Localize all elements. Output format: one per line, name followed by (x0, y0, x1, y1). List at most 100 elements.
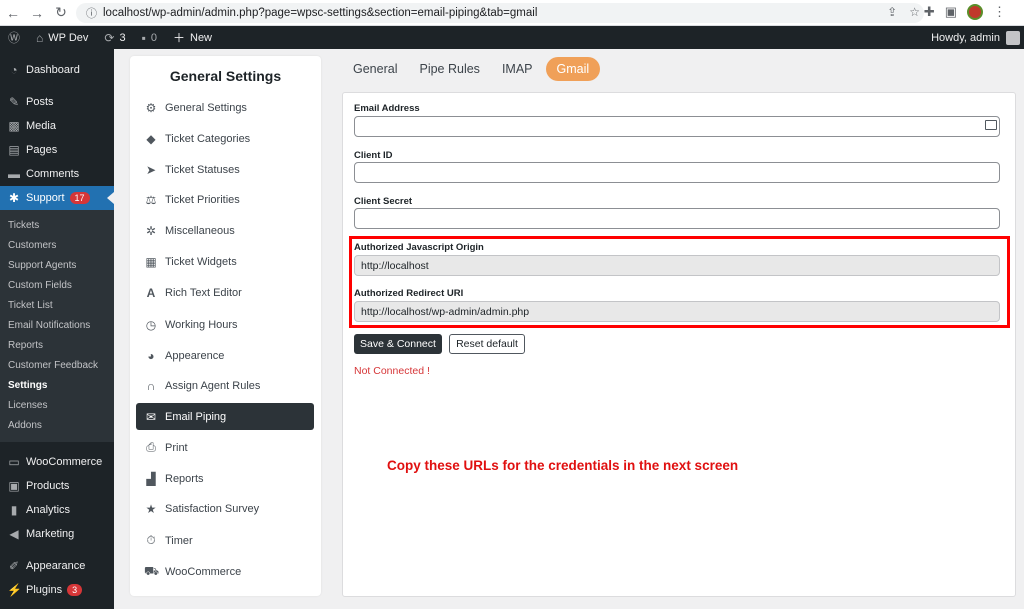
nav-print[interactable]: ⎙ Print (136, 434, 314, 461)
nav-label: Email Piping (165, 410, 227, 423)
gears-icon: ✲ (145, 223, 157, 238)
contact-card-icon[interactable] (985, 120, 997, 130)
new-content-link[interactable]: ＋ New (165, 26, 220, 49)
tab-imap[interactable]: IMAP (491, 57, 544, 81)
menu-label: Posts (26, 96, 54, 108)
megaphone-icon: ◀ (9, 527, 19, 541)
tag-icon: ◆ (146, 131, 156, 146)
nav-rich-text-editor[interactable]: A Rich Text Editor (136, 279, 314, 306)
browser-toolbar: ← → ↻ ⓘ localhost/wp-admin/admin.php?pag… (0, 0, 1024, 26)
nav-ticket-statuses[interactable]: ➤ Ticket Statuses (136, 156, 314, 183)
pin-icon: ✎ (8, 95, 20, 109)
nav-satisfaction-survey[interactable]: ★ Satisfaction Survey (136, 495, 314, 522)
pages-icon: ▤ (8, 143, 20, 157)
menu-label: Products (26, 480, 70, 492)
gear-icon: ⚙ (145, 100, 157, 115)
comments-link[interactable]: ▪ 0 (134, 26, 165, 49)
email-field[interactable] (354, 116, 1000, 137)
nav-miscellaneous[interactable]: ✲ Miscellaneous (136, 217, 314, 244)
info-icon[interactable]: ⓘ (86, 5, 97, 21)
comment-icon: ▬ (8, 167, 20, 181)
menu-media[interactable]: ▩ Media (0, 114, 114, 138)
menu-label: Dashboard (26, 64, 80, 76)
nav-ticket-categories[interactable]: ◆ Ticket Categories (136, 125, 314, 152)
printer-icon: ⎙ (146, 440, 156, 454)
greeting: Howdy, admin (931, 31, 1000, 44)
menu-appearance[interactable]: ✐ Appearance (0, 554, 114, 578)
client-secret-field[interactable] (354, 208, 1000, 229)
tab-pipe-rules[interactable]: Pipe Rules (408, 57, 490, 81)
settings-title: General Settings (169, 68, 282, 84)
nav-ticket-priorities[interactable]: ⚖ Ticket Priorities (136, 186, 314, 213)
redirect-uri-field[interactable] (354, 301, 1000, 322)
settings-tabs: General Pipe Rules IMAP Gmail (342, 56, 601, 82)
nav-label: Satisfaction Survey (165, 502, 260, 515)
url-text: localhost/wp-admin/admin.php?page=wpsc-s… (103, 7, 538, 19)
nav-ticket-widgets[interactable]: ▦ Ticket Widgets (136, 248, 314, 275)
submenu-licenses[interactable]: Licenses (0, 396, 114, 416)
menu-analytics[interactable]: ▮ Analytics (0, 498, 114, 522)
submenu-tickets[interactable]: Tickets (0, 216, 114, 236)
nav-general-settings[interactable]: ⚙ General Settings (136, 94, 314, 121)
submenu-reports[interactable]: Reports (0, 336, 114, 356)
submenu-ticket-list[interactable]: Ticket List (0, 296, 114, 316)
back-icon[interactable]: ← (2, 2, 24, 24)
my-account[interactable]: Howdy, admin (931, 26, 1020, 49)
forward-icon[interactable]: → (26, 2, 48, 24)
submenu-settings[interactable]: Settings (0, 376, 114, 396)
nav-working-hours[interactable]: ◷ Working Hours (136, 311, 314, 338)
menu-label: Comments (26, 168, 80, 180)
dashboard-icon: ◔ (10, 63, 18, 77)
submenu-email-notifications[interactable]: Email Notifications (0, 316, 114, 336)
annotation-text: Copy these URLs for the credentials in t… (387, 458, 739, 473)
menu-pages[interactable]: ▤ Pages (0, 138, 114, 162)
submenu-custom-fields[interactable]: Custom Fields (0, 276, 114, 296)
bookmark-star-icon[interactable]: ☆ (909, 5, 920, 19)
plugin-icon: ⚡ (7, 583, 22, 597)
menu-marketing[interactable]: ◀ Marketing (0, 522, 114, 546)
submenu-addons[interactable]: Addons (0, 416, 114, 436)
menu-label: Appearance (26, 560, 86, 572)
menu-plugins[interactable]: ⚡ Plugins 3 (0, 578, 114, 602)
client-id-field[interactable] (354, 162, 1000, 183)
sidepanel-icon[interactable]: ▣ (945, 4, 957, 20)
menu-posts[interactable]: ✎ Posts (0, 90, 114, 114)
share-icon[interactable]: ⇪ (887, 5, 897, 19)
save-connect-button[interactable]: Save & Connect (354, 334, 442, 354)
updates-count: 3 (119, 31, 126, 44)
admin-sidebar: ◔ Dashboard ✎ Posts ▩ Media ▤ Pages ▬ Comment… (0, 49, 114, 609)
extensions-icon[interactable]: ✚ (924, 4, 935, 20)
media-icon: ▩ (8, 119, 20, 133)
profile-avatar[interactable] (967, 4, 983, 20)
nav-label: Print (165, 441, 188, 454)
menu-dashboard[interactable]: ◔ Dashboard (0, 58, 114, 82)
menu-comments[interactable]: ▬ Comments (0, 162, 114, 186)
envelope-icon: ✉ (145, 409, 157, 424)
menu-label: Plugins (26, 584, 63, 596)
js-origin-field[interactable] (354, 255, 1000, 276)
nav-woocommerce[interactable]: ⛟ WooCommerce (136, 558, 314, 585)
kebab-menu-icon[interactable]: ⋮ (993, 4, 1006, 20)
menu-woocommerce[interactable]: ▭ WooCommerce (0, 450, 114, 474)
reload-icon[interactable]: ↻ (50, 2, 72, 24)
menu-label: Support (26, 192, 65, 204)
clock-icon: ◷ (145, 317, 157, 332)
submenu-support-agents[interactable]: Support Agents (0, 256, 114, 276)
tab-general[interactable]: General (342, 57, 408, 81)
menu-products[interactable]: ▣ Products (0, 474, 114, 498)
submenu-customer-feedback[interactable]: Customer Feedback (0, 356, 114, 376)
tab-gmail[interactable]: Gmail (545, 57, 601, 81)
nav-reports[interactable]: ▟ Reports (136, 465, 314, 492)
updates-link[interactable]: ⟳ 3 (96, 26, 133, 49)
address-bar[interactable]: ⓘ localhost/wp-admin/admin.php?page=wpsc… (76, 3, 924, 23)
nav-email-piping[interactable]: ✉ Email Piping (136, 403, 314, 430)
menu-support[interactable]: ✱ Support 17 (0, 186, 114, 210)
nav-assign-agent-rules[interactable]: ∩ Assign Agent Rules (136, 372, 314, 399)
site-name-link[interactable]: ⌂ WP Dev (28, 26, 96, 49)
nav-label: Appearence (165, 349, 225, 362)
nav-timer[interactable]: ⏱ Timer (136, 527, 314, 554)
submenu-customers[interactable]: Customers (0, 236, 114, 256)
nav-appearence[interactable]: ◕ Appearence (136, 342, 314, 369)
wp-logo-icon[interactable]: Ⓦ (0, 26, 28, 49)
reset-default-button[interactable]: Reset default (449, 334, 525, 354)
